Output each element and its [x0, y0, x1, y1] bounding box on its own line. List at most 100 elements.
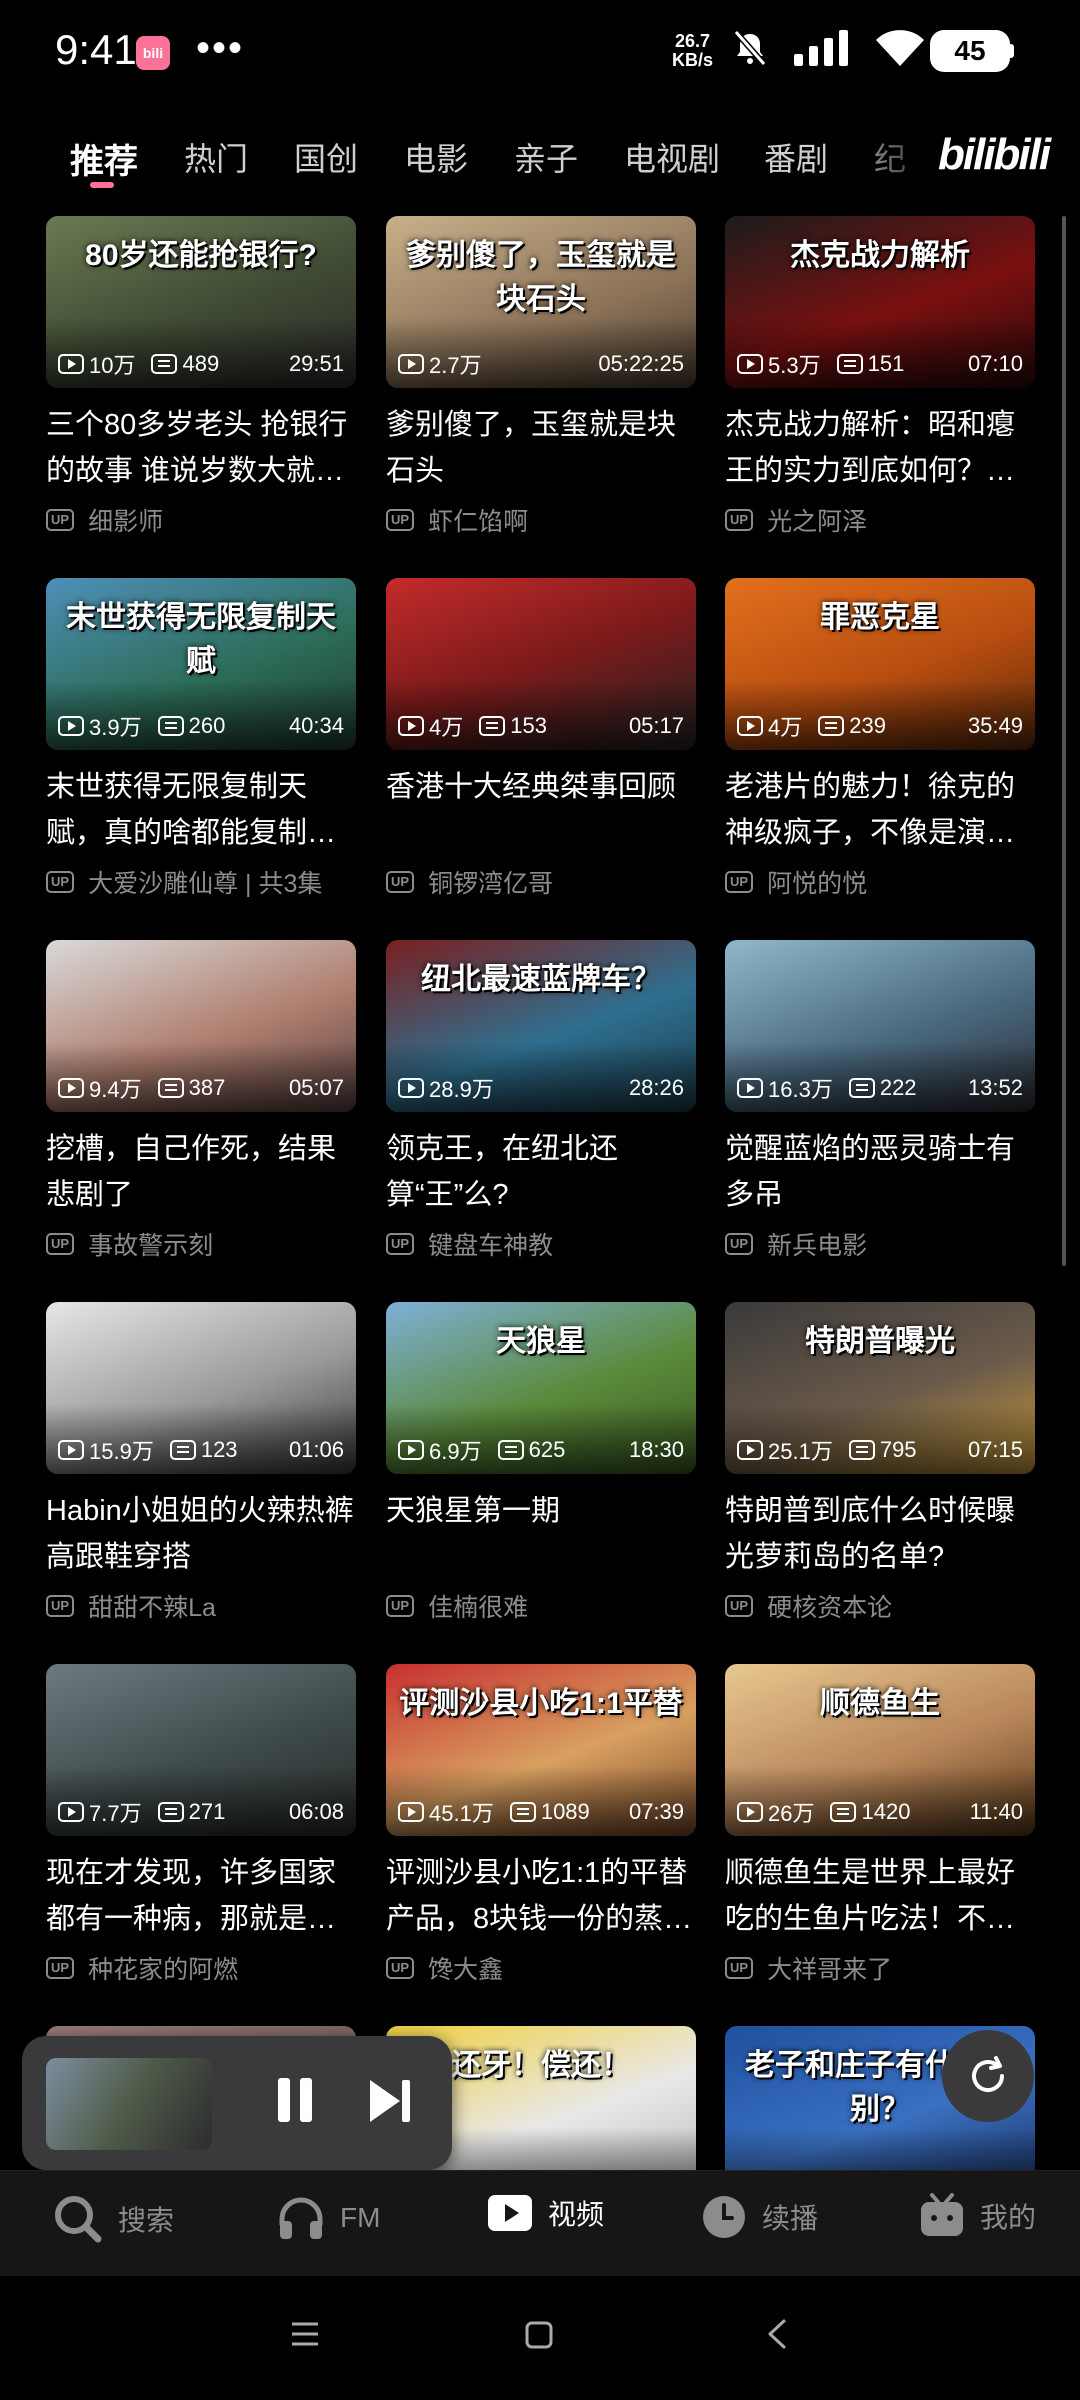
video-title[interactable]: 领克王，在纽北还算“王”么? — [386, 1126, 696, 1218]
nav-continue[interactable]: 续播 — [700, 2193, 818, 2241]
video-author[interactable]: UP 大爱沙雕仙尊 | 共3集 — [46, 864, 356, 900]
tab-tv-series[interactable]: 电视剧 — [624, 134, 720, 180]
video-author[interactable]: UP 新兵电影 — [725, 1226, 1035, 1262]
video-thumbnail[interactable]: 爹别傻了，玉玺就是块石头 2.7万 05:22:25 — [386, 216, 696, 388]
video-thumbnail[interactable]: 杰克战力解析 5.3万 151 07:10 — [725, 216, 1035, 388]
video-thumbnail[interactable]: 9.4万 387 05:07 — [46, 940, 356, 1112]
video-thumbnail[interactable]: 80岁还能抢银行? 10万 489 29:51 — [46, 216, 356, 388]
video-title[interactable]: Habin小姐姐的火辣热裤高跟鞋穿搭 — [46, 1488, 356, 1580]
nav-video[interactable]: 视频 — [486, 2193, 604, 2233]
video-meta: 10万 489 29:51 — [58, 348, 344, 380]
back-icon[interactable] — [764, 2318, 790, 2350]
video-duration: 05:22:25 — [598, 351, 684, 376]
video-title[interactable]: 天狼星第一期 — [386, 1488, 696, 1580]
nav-fm[interactable]: FM — [276, 2193, 380, 2243]
mini-player[interactable] — [22, 2036, 452, 2170]
view-count: 6.9万 — [429, 1439, 482, 1464]
video-card[interactable]: 7.7万 271 06:08 现在才发现，许多国家都有一种病，那就是… UP 种花家的阿燃 — [46, 1664, 356, 1986]
video-card[interactable]: 顺德鱼生 26万 1420 11:40 顺德鱼生是世界上最好吃的生鱼片吃法！不… UP 大祥… — [725, 1664, 1035, 1986]
video-thumbnail[interactable]: 纽北最速蓝牌车？ 28.9万 28:26 — [386, 940, 696, 1112]
menu-icon[interactable] — [290, 2320, 320, 2348]
video-author[interactable]: UP 细影师 — [46, 502, 356, 538]
video-card[interactable]: 16.3万 222 13:52 觉醒蓝焰的恶灵骑士有多吊 UP 新兵电影 — [725, 940, 1035, 1262]
video-card[interactable]: 评测沙县小吃1:1平替 45.1万 1089 07:39 评测沙县小吃1:1的平替产品，… — [386, 1664, 696, 1986]
view-count: 28.9万 — [429, 1077, 494, 1102]
video-author[interactable]: UP 键盘车神教 — [386, 1226, 696, 1262]
video-card[interactable]: 末世获得无限复制天赋 3.9万 260 40:34 末世获得无限复制天赋，真的啥都能复制… — [46, 578, 356, 900]
video-author[interactable]: UP 阿悦的悦 — [725, 864, 1035, 900]
nav-search-label: 搜索 — [118, 2205, 175, 2236]
video-thumbnail[interactable]: 4万 153 05:17 — [386, 578, 696, 750]
video-author[interactable]: UP 种花家的阿燃 — [46, 1950, 356, 1986]
video-thumbnail[interactable]: 16.3万 222 13:52 — [725, 940, 1035, 1112]
video-title[interactable]: 末世获得无限复制天赋，真的啥都能复制… — [46, 764, 356, 856]
video-card[interactable]: 杰克战力解析 5.3万 151 07:10 杰克战力解析：昭和瘪王的实力到底如何？… UP… — [725, 216, 1035, 538]
refresh-button[interactable] — [942, 2030, 1034, 2122]
video-thumbnail[interactable]: 7.7万 271 06:08 — [46, 1664, 356, 1836]
danmaku-icon — [157, 1802, 184, 1822]
video-title[interactable]: 杰克战力解析：昭和瘪王的实力到底如何？… — [725, 402, 1035, 494]
thumbnail-caption: 顺德鱼生 — [820, 1687, 940, 1720]
nav-mine-label: 我的 — [980, 2202, 1037, 2233]
video-title[interactable]: 挖槽，自己作死，结果悲剧了 — [46, 1126, 356, 1218]
video-author[interactable]: UP 铜锣湾亿哥 — [386, 864, 696, 900]
video-title[interactable]: 爹别傻了，玉玺就是块石头 — [386, 402, 696, 494]
video-meta: 9.4万 387 05:07 — [58, 1072, 344, 1104]
video-card[interactable]: 80岁还能抢银行? 10万 489 29:51 三个80多岁老头 抢银行的故事 谁说岁数… — [46, 216, 356, 538]
video-card[interactable]: 纽北最速蓝牌车？ 28.9万 28:26 领克王，在纽北还算“王”么? UP 键盘车神教 — [386, 940, 696, 1262]
video-card[interactable]: 爹别傻了，玉玺就是块石头 2.7万 05:22:25 爹别傻了，玉玺就是块石头 UP 虾仁… — [386, 216, 696, 538]
nav-continue-label: 续播 — [762, 2203, 819, 2234]
video-author[interactable]: UP 虾仁馅啊 — [386, 502, 696, 538]
tab-family[interactable]: 亲子 — [514, 134, 578, 180]
home-icon[interactable] — [524, 2320, 554, 2350]
video-thumbnail[interactable]: 天狼星 6.9万 625 18:30 — [386, 1302, 696, 1474]
video-card[interactable]: 罪恶克星 4万 239 35:49 老港片的魅力！徐克的神级疯子，不像是演… UP 阿悦的悦 — [725, 578, 1035, 900]
pause-button[interactable] — [272, 2076, 318, 2126]
video-card[interactable]: 9.4万 387 05:07 挖槽，自己作死，结果悲剧了 UP 事故警示刻 — [46, 940, 356, 1262]
video-author[interactable]: UP 馋大鑫 — [386, 1950, 696, 1986]
status-bar: 9:41 bili ••• 26.7 KB/s 45 — [0, 0, 1080, 100]
video-author[interactable]: UP 甜甜不辣La — [46, 1588, 356, 1624]
video-meta: 26万 1420 11:40 — [737, 1796, 1023, 1828]
scrollbar[interactable] — [1062, 216, 1066, 1266]
play-count-icon — [58, 1078, 84, 1098]
tab-guochuang[interactable]: 国创 — [294, 134, 358, 180]
video-thumbnail[interactable]: 特朗普曝光 25.1万 795 07:15 — [725, 1302, 1035, 1474]
tab-anime[interactable]: 番剧 — [764, 134, 828, 180]
view-count: 4万 — [768, 715, 803, 740]
video-card[interactable]: 特朗普曝光 25.1万 795 07:15 特朗普到底什么时候曝光萝莉岛的名单? UP 硬核… — [725, 1302, 1035, 1624]
video-thumbnail[interactable]: 末世获得无限复制天赋 3.9万 260 40:34 — [46, 578, 356, 750]
video-author[interactable]: UP 事故警示刻 — [46, 1226, 356, 1262]
next-track-button[interactable] — [368, 2078, 414, 2124]
video-title[interactable]: 顺德鱼生是世界上最好吃的生鱼片吃法！不… — [725, 1850, 1035, 1942]
tab-recommended[interactable]: 推荐 — [70, 134, 138, 183]
video-title[interactable]: 现在才发现，许多国家都有一种病，那就是… — [46, 1850, 356, 1942]
video-title[interactable]: 香港十大经典桀事回顾 — [386, 764, 696, 856]
video-card[interactable]: 天狼星 6.9万 625 18:30 天狼星第一期 UP 佳楠很难 — [386, 1302, 696, 1624]
video-thumbnail[interactable]: 评测沙县小吃1:1平替 45.1万 1089 07:39 — [386, 1664, 696, 1836]
video-thumbnail[interactable]: 顺德鱼生 26万 1420 11:40 — [725, 1664, 1035, 1836]
video-title[interactable]: 特朗普到底什么时候曝光萝莉岛的名单? — [725, 1488, 1035, 1580]
danmaku-icon — [818, 716, 845, 736]
tab-movie[interactable]: 电影 — [404, 134, 468, 180]
video-thumbnail[interactable]: 15.9万 123 01:06 — [46, 1302, 356, 1474]
video-title[interactable]: 评测沙县小吃1:1的平替产品，8块钱一份的蒸… — [386, 1850, 696, 1942]
author-name: 阿悦的悦 — [767, 870, 868, 898]
nav-mine[interactable]: 我的 — [918, 2193, 1036, 2239]
author-name: 大祥哥来了 — [767, 1956, 893, 1984]
video-card[interactable]: 15.9万 123 01:06 Habin小姐姐的火辣热裤高跟鞋穿搭 UP 甜甜不辣La — [46, 1302, 356, 1624]
video-author[interactable]: UP 光之阿泽 — [725, 502, 1035, 538]
video-author[interactable]: UP 硬核资本论 — [725, 1588, 1035, 1624]
video-title[interactable]: 觉醒蓝焰的恶灵骑士有多吊 — [725, 1126, 1035, 1218]
mini-player-cover[interactable] — [46, 2058, 212, 2150]
video-meta: 25.1万 795 07:15 — [737, 1434, 1023, 1466]
tab-hot[interactable]: 热门 — [184, 134, 248, 180]
video-card[interactable]: 4万 153 05:17 香港十大经典桀事回顾 UP 铜锣湾亿哥 — [386, 578, 696, 900]
video-author[interactable]: UP 佳楠很难 — [386, 1588, 696, 1624]
video-thumbnail[interactable]: 罪恶克星 4万 239 35:49 — [725, 578, 1035, 750]
video-title[interactable]: 老港片的魅力！徐克的神级疯子，不像是演… — [725, 764, 1035, 856]
nav-search[interactable]: 搜索 — [52, 2193, 174, 2245]
video-duration: 07:15 — [967, 1437, 1023, 1462]
video-title[interactable]: 三个80多岁老头 抢银行的故事 谁说岁数大就… — [46, 402, 356, 494]
video-author[interactable]: UP 大祥哥来了 — [725, 1950, 1035, 1986]
